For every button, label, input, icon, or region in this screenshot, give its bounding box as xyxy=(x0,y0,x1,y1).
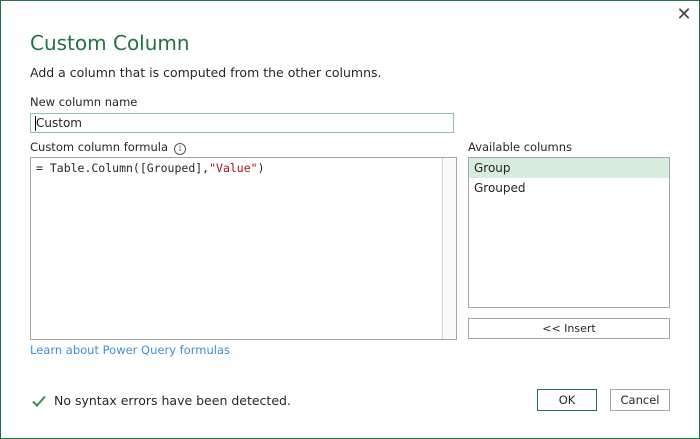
column-item-group[interactable]: Group xyxy=(469,158,669,178)
custom-column-formula-label: Custom column formula xyxy=(30,140,169,154)
ok-button[interactable]: OK xyxy=(537,389,597,411)
syntax-status-text: No syntax errors have been detected. xyxy=(54,393,291,408)
formula-code: = Table.Column([Grouped], xyxy=(36,161,210,175)
dialog-subtitle: Add a column that is computed from the o… xyxy=(30,65,382,80)
close-icon[interactable]: ✕ xyxy=(671,3,697,27)
formula-code-end: ) xyxy=(257,161,265,175)
new-column-name-input[interactable] xyxy=(30,113,454,133)
checkmark-icon xyxy=(32,395,46,407)
info-icon[interactable]: i xyxy=(174,143,187,155)
insert-button[interactable]: << Insert xyxy=(468,318,670,339)
available-columns-label: Available columns xyxy=(468,140,573,154)
column-item-grouped[interactable]: Grouped xyxy=(469,178,669,198)
formula-string-literal: "Value" xyxy=(209,161,258,175)
formula-text[interactable]: = Table.Column([Grouped],"Value") xyxy=(36,161,265,175)
learn-power-query-link[interactable]: Learn about Power Query formulas xyxy=(30,343,230,357)
available-columns-list[interactable]: Group Grouped xyxy=(468,157,670,308)
cancel-button[interactable]: Cancel xyxy=(610,389,670,411)
new-column-name-label: New column name xyxy=(30,95,138,109)
text-cursor xyxy=(35,116,36,131)
dialog-title: Custom Column xyxy=(30,31,190,55)
formula-editor[interactable]: = Table.Column([Grouped],"Value") xyxy=(30,157,457,340)
custom-column-dialog: ✕ Custom Column Add a column that is com… xyxy=(0,0,700,439)
formula-scrollbar[interactable] xyxy=(442,158,456,339)
formula-label-row: Custom column formula i xyxy=(30,140,187,155)
